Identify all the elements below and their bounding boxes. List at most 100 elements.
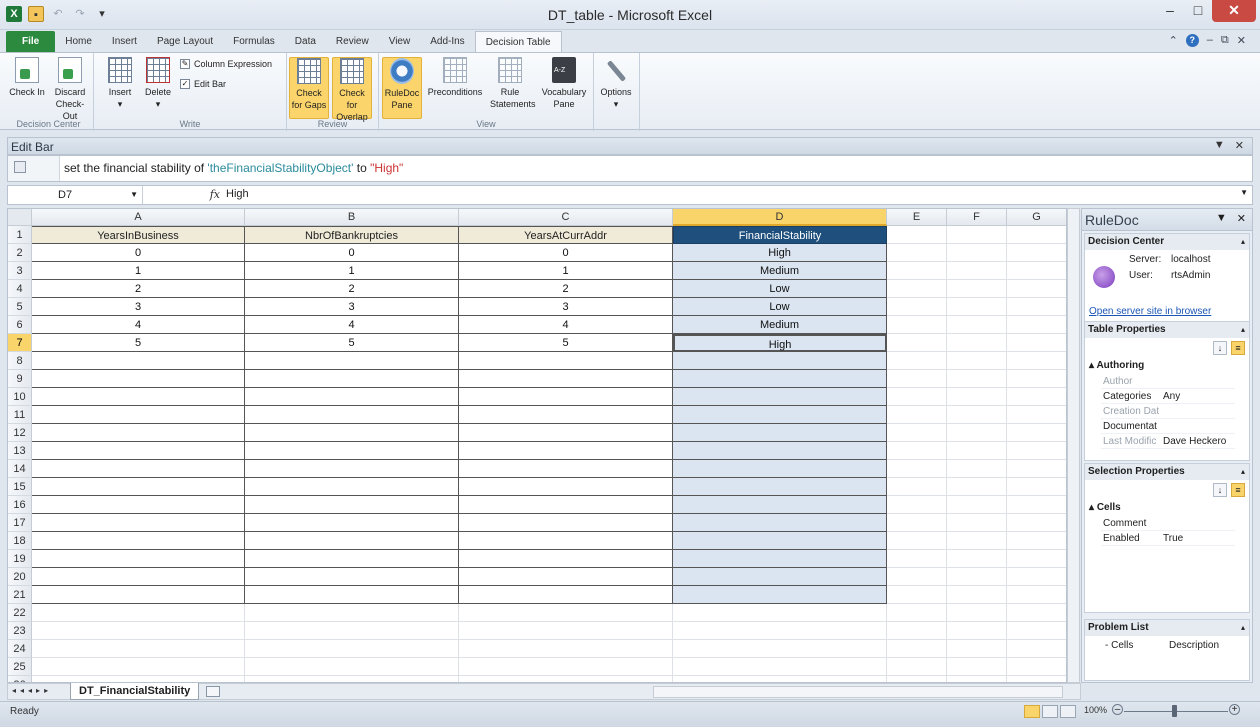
check-in-button[interactable]: Check In	[7, 57, 47, 98]
row-header-16[interactable]: 16	[8, 496, 32, 514]
cell-d12[interactable]	[673, 424, 887, 442]
cell-d24[interactable]	[673, 640, 887, 658]
cell-g8[interactable]	[1007, 352, 1066, 370]
cell-g9[interactable]	[1007, 370, 1066, 388]
help-icon[interactable]: ?	[1185, 34, 1199, 47]
horizontal-scrollbar[interactable]	[653, 686, 1063, 698]
row-header-5[interactable]: 5	[8, 298, 32, 316]
column-header-b[interactable]: B	[245, 209, 459, 226]
cell-e7[interactable]	[887, 334, 947, 352]
cell-f3[interactable]	[947, 262, 1007, 280]
column-expression-button[interactable]: ✎ Column Expression	[180, 59, 272, 69]
cell-b10[interactable]	[245, 388, 459, 406]
cell-c21[interactable]	[459, 586, 673, 604]
column-header-d[interactable]: D	[673, 209, 887, 226]
cell-c8[interactable]	[459, 352, 673, 370]
cell-a8[interactable]	[32, 352, 245, 370]
cell-b17[interactable]	[245, 514, 459, 532]
cell-g15[interactable]	[1007, 478, 1066, 496]
cell-e22[interactable]	[887, 604, 947, 622]
row-header-7[interactable]: 7	[8, 334, 32, 352]
tab-decision-table[interactable]: Decision Table	[474, 31, 562, 52]
cell-f19[interactable]	[947, 550, 1007, 568]
zoom-slider-handle[interactable]	[1172, 705, 1177, 717]
rule-statements-button[interactable]: Rule Statements	[490, 57, 536, 110]
sheet-tab-dt-financialstability[interactable]: DT_FinancialStability	[70, 683, 200, 700]
edit-bar-close-icon[interactable]: ✕	[1235, 139, 1244, 152]
cell-b11[interactable]	[245, 406, 459, 424]
row-header-15[interactable]: 15	[8, 478, 32, 496]
cell-b12[interactable]	[245, 424, 459, 442]
cell-b5[interactable]: 3	[245, 298, 459, 316]
cell-g10[interactable]	[1007, 388, 1066, 406]
zoom-out-icon[interactable]: –	[1112, 704, 1123, 715]
cell-c13[interactable]	[459, 442, 673, 460]
cell-e26[interactable]	[887, 676, 947, 682]
rule-statement-text[interactable]: set the financial stability of 'theFinan…	[64, 161, 403, 175]
cell-d21[interactable]	[673, 586, 887, 604]
cell-a12[interactable]	[32, 424, 245, 442]
cell-f22[interactable]	[947, 604, 1007, 622]
cell-a13[interactable]	[32, 442, 245, 460]
cell-f25[interactable]	[947, 658, 1007, 676]
cell-c26[interactable]	[459, 676, 673, 682]
doc-minimize-icon[interactable]: –	[1207, 34, 1213, 47]
cell-a3[interactable]: 1	[32, 262, 245, 280]
cell-d22[interactable]	[673, 604, 887, 622]
tab-file[interactable]: File	[6, 31, 56, 52]
cell-e15[interactable]	[887, 478, 947, 496]
cell-c23[interactable]	[459, 622, 673, 640]
preconditions-button[interactable]: Preconditions	[424, 57, 486, 98]
property-row[interactable]: Author	[1101, 374, 1235, 389]
doc-close-icon[interactable]: ✕	[1237, 34, 1246, 47]
column-header-a[interactable]: A	[32, 209, 245, 226]
cell-e12[interactable]	[887, 424, 947, 442]
cell-d19[interactable]	[673, 550, 887, 568]
cell-d6[interactable]: Medium	[673, 316, 887, 334]
pane-close-icon[interactable]: ✕	[1237, 212, 1246, 225]
cell-a24[interactable]	[32, 640, 245, 658]
cell-a10[interactable]	[32, 388, 245, 406]
row-header-2[interactable]: 2	[8, 244, 32, 262]
formula-input[interactable]: High	[226, 188, 249, 200]
cell-b26[interactable]	[245, 676, 459, 682]
cell-b7[interactable]: 5	[245, 334, 459, 352]
normal-view-icon[interactable]	[1024, 705, 1040, 718]
cell-f20[interactable]	[947, 568, 1007, 586]
authoring-group[interactable]: ▴ Authoring	[1089, 360, 1144, 371]
sheet-nav-arrows[interactable]: ◂◂◂▸▸	[12, 686, 52, 695]
cell-b13[interactable]	[245, 442, 459, 460]
cell-g16[interactable]	[1007, 496, 1066, 514]
cell-f12[interactable]	[947, 424, 1007, 442]
cell-b15[interactable]	[245, 478, 459, 496]
zoom-in-icon[interactable]: +	[1229, 704, 1240, 715]
cell-b23[interactable]	[245, 622, 459, 640]
cell-a7[interactable]: 5	[32, 334, 245, 352]
cell-c25[interactable]	[459, 658, 673, 676]
cell-g3[interactable]	[1007, 262, 1066, 280]
cell-e16[interactable]	[887, 496, 947, 514]
worksheet-grid[interactable]: A B C D E F G 1 YearsInBusiness NbrOfBankruptcies…	[7, 208, 1067, 683]
cell-f18[interactable]	[947, 532, 1007, 550]
row-header-23[interactable]: 23	[8, 622, 32, 640]
cell-a15[interactable]	[32, 478, 245, 496]
check-for-overlap-button[interactable]: Check for Overlap	[332, 57, 372, 122]
cell-f5[interactable]	[947, 298, 1007, 316]
tab-review[interactable]: Review	[326, 31, 379, 52]
cell-a26[interactable]	[32, 676, 245, 682]
cell-c24[interactable]	[459, 640, 673, 658]
cell-c3[interactable]: 1	[459, 262, 673, 280]
problem-col-cells[interactable]: - Cells	[1105, 640, 1133, 651]
edit-bar-checkbox[interactable]: ✓ Edit Bar	[180, 79, 226, 89]
cell-f24[interactable]	[947, 640, 1007, 658]
cell-e10[interactable]	[887, 388, 947, 406]
cell-c4[interactable]: 2	[459, 280, 673, 298]
column-header-g[interactable]: G	[1007, 209, 1066, 226]
cell-e5[interactable]	[887, 298, 947, 316]
cell-g4[interactable]	[1007, 280, 1066, 298]
minimize-ribbon-icon[interactable]: ⌃	[1169, 34, 1178, 47]
edit-bar[interactable]: set the financial stability of 'theFinan…	[7, 155, 1253, 182]
cell-d10[interactable]	[673, 388, 887, 406]
row-header-22[interactable]: 22	[8, 604, 32, 622]
cell-a19[interactable]	[32, 550, 245, 568]
